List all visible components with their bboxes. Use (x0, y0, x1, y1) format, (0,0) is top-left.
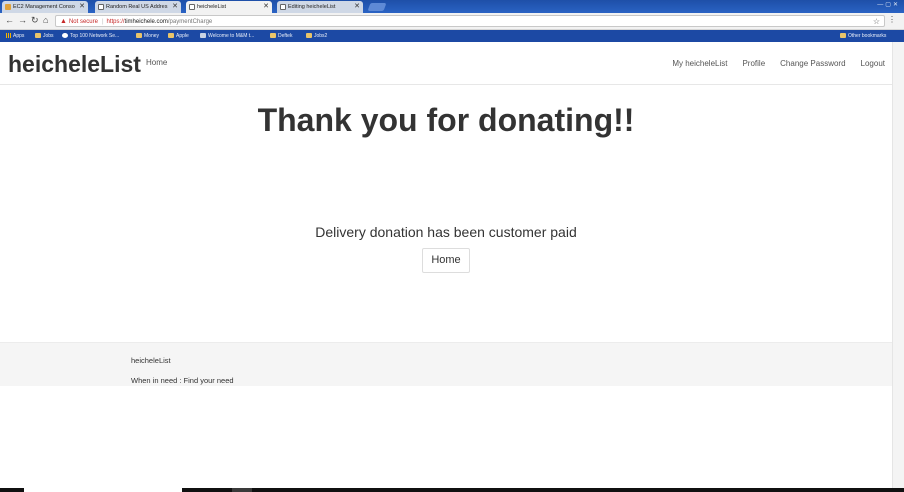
close-icon[interactable]: ✕ (263, 1, 269, 13)
page-viewport: heicheleList Home My heicheleList Profil… (0, 42, 892, 488)
bookmark-apps[interactable]: Apps (6, 30, 24, 42)
reload-icon[interactable]: ↻ (31, 15, 39, 26)
warning-icon: ▲ (60, 18, 67, 25)
aws-icon (5, 4, 11, 10)
site-footer: heicheleList When in need : Find your ne… (0, 342, 892, 386)
browser-tab[interactable]: Editing heicheleList ✕ (277, 1, 363, 13)
bookmark-label: Apple (176, 33, 189, 39)
browser-tab[interactable]: Random Real US Addres ✕ (95, 1, 181, 13)
scrollbar[interactable] (892, 42, 904, 488)
bookmark-label: Apps (13, 33, 25, 39)
url-host: timheichele.com (124, 19, 168, 25)
page-icon (98, 4, 104, 10)
close-icon[interactable]: ✕ (354, 1, 360, 13)
address-bar[interactable]: ▲ Not secure | https://timheichele.com/paym… (55, 15, 885, 27)
footer-title: heicheleList (131, 356, 171, 365)
site-navbar: heicheleList Home My heicheleList Profil… (0, 42, 892, 85)
bookmarks-bar: Apps Jobs Top 100 Network Se... Money Ap… (0, 30, 904, 42)
page-title: Thank you for donating!! (257, 102, 635, 138)
bookmark-deftek[interactable]: Deftek (270, 30, 292, 42)
browser-tab-active[interactable]: heicheleList ✕ (186, 1, 272, 13)
home-button[interactable]: Home (422, 248, 470, 273)
status-message: Delivery donation has been customer paid (315, 224, 577, 240)
tab-title: heicheleList (197, 4, 227, 10)
bookmark-network[interactable]: Top 100 Network Se... (62, 30, 119, 42)
close-icon[interactable]: ✕ (79, 1, 85, 13)
tab-title: Random Real US Addres (106, 4, 168, 10)
bookmark-label: Jobs (43, 33, 54, 39)
folder-icon (136, 33, 142, 38)
bookmark-welcome[interactable]: Welcome to M&M t... (200, 30, 254, 42)
bookmark-label: Top 100 Network Se... (70, 33, 120, 39)
forward-icon[interactable]: → (18, 15, 27, 25)
footer-tagline: When in need : Find your need (131, 376, 234, 385)
nav-link-logout[interactable]: Logout (861, 59, 885, 68)
doc-icon (189, 4, 195, 10)
tab-title: Editing heicheleList (288, 4, 336, 10)
folder-icon (270, 33, 276, 38)
page-icon (280, 4, 286, 10)
tab-title: EC2 Management Conso (13, 4, 75, 10)
back-icon[interactable]: ← (5, 15, 14, 25)
nav-link-profile[interactable]: Profile (742, 59, 765, 68)
os-taskbar (0, 488, 904, 492)
browser-tab[interactable]: EC2 Management Conso ✕ (2, 1, 88, 13)
eye-icon (62, 33, 68, 38)
bookmark-star-icon[interactable]: ☆ (873, 16, 880, 27)
bookmark-label: Money (144, 33, 160, 39)
bookmark-label: Welcome to M&M t... (208, 33, 255, 39)
nav-right-links: My heicheleList Profile Change Password … (672, 59, 885, 68)
browser-menu-icon[interactable]: ⋮ (888, 15, 896, 24)
divider: | (101, 19, 104, 25)
browser-tab-strip: EC2 Management Conso ✕ Random Real US Ad… (0, 0, 904, 13)
url-scheme: https:// (106, 19, 125, 25)
bookmark-jobs2[interactable]: Jobs2 (306, 30, 327, 42)
bookmark-other[interactable]: Other bookmarks (840, 30, 886, 42)
url-path: /paymentCharge (167, 19, 213, 25)
bookmark-label: Deftek (278, 33, 293, 39)
bookmark-apple[interactable]: Apple (168, 30, 189, 42)
maximize-icon[interactable]: ▢ (885, 2, 893, 8)
new-tab-button[interactable] (367, 3, 387, 11)
taskbar-app[interactable] (232, 488, 252, 492)
folder-icon (840, 33, 846, 38)
folder-icon (35, 33, 41, 38)
site-brand[interactable]: heicheleList (8, 51, 141, 78)
close-icon[interactable]: ✕ (172, 1, 178, 13)
home-icon[interactable]: ⌂ (43, 15, 48, 25)
close-window-icon[interactable]: ✕ (893, 2, 900, 8)
bookmark-label: Other bookmarks (848, 33, 887, 39)
nav-link-my-list[interactable]: My heicheleList (672, 59, 727, 68)
window-controls[interactable]: —▢✕ (877, 1, 900, 8)
folder-icon (168, 33, 174, 38)
bookmark-label: Jobs2 (314, 33, 328, 39)
nav-link-home[interactable]: Home (146, 58, 167, 67)
taskbar-search[interactable] (24, 488, 182, 492)
page-icon (200, 33, 206, 38)
browser-toolbar: ← → ↻ ⌂ ▲ Not secure | https://timheichele.… (0, 13, 904, 30)
nav-link-change-password[interactable]: Change Password (780, 59, 845, 68)
folder-icon (306, 33, 312, 38)
apps-icon (6, 33, 11, 38)
security-label[interactable]: Not secure (69, 19, 98, 25)
bookmark-money[interactable]: Money (136, 30, 159, 42)
bookmark-jobs[interactable]: Jobs (35, 30, 54, 42)
